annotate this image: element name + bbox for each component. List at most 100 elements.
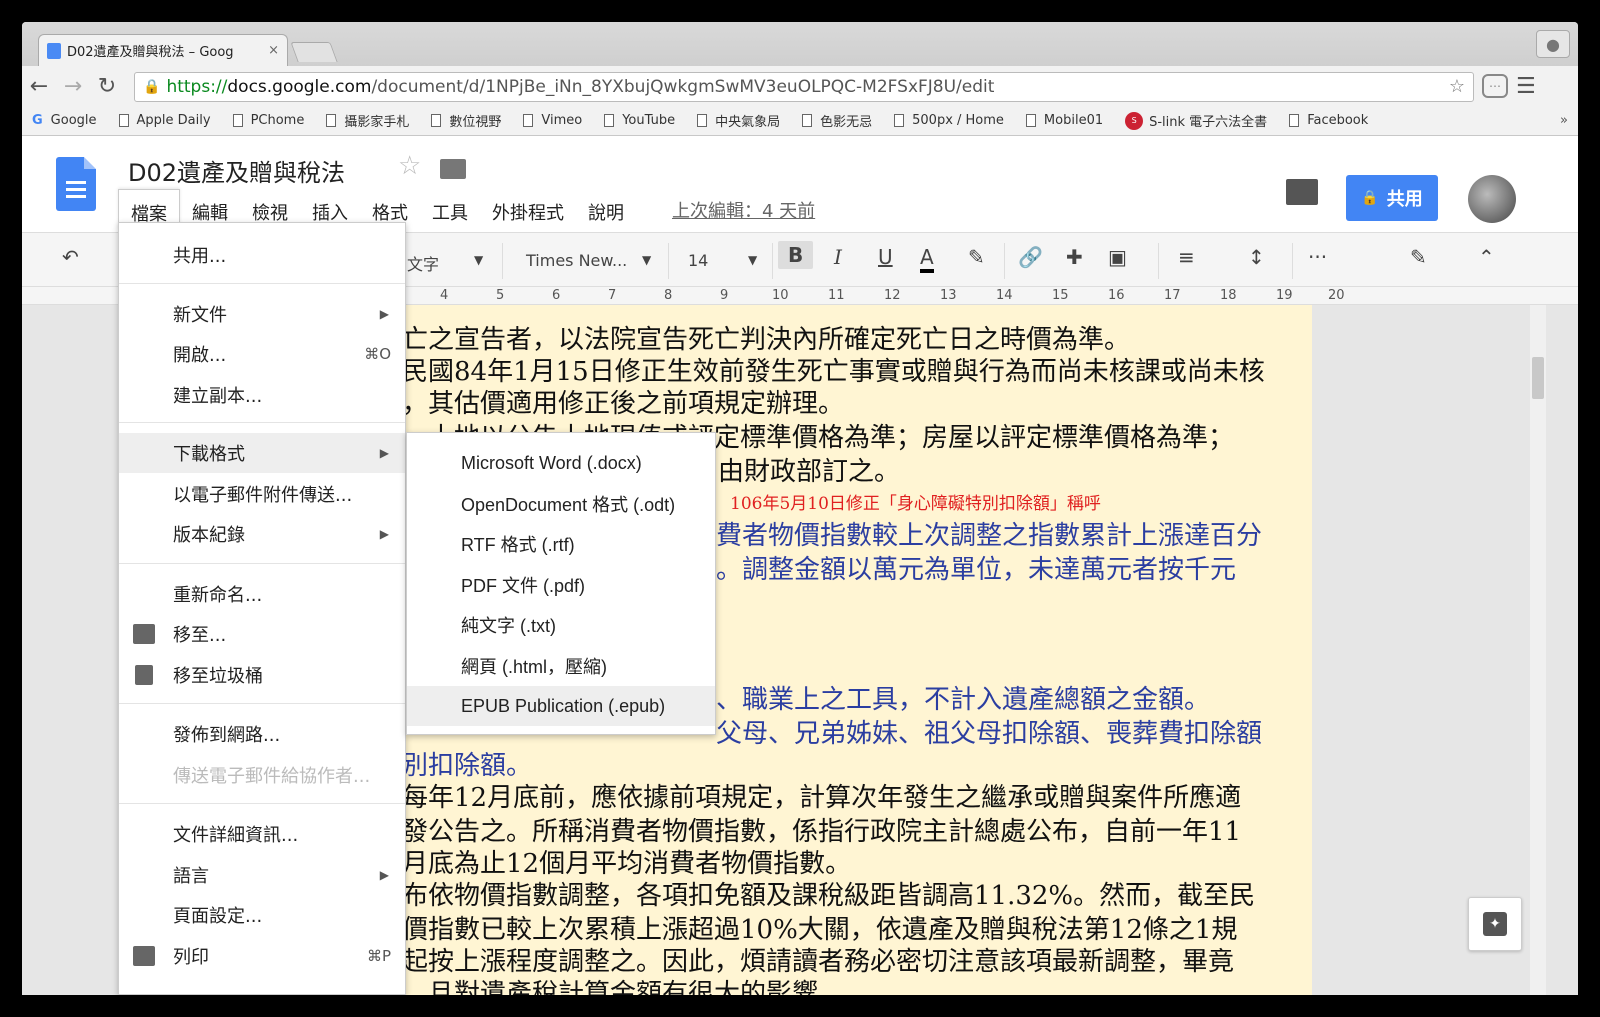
download-docx[interactable]: Microsoft Word (.docx) — [407, 443, 715, 483]
font-size-select[interactable]: 14 — [688, 251, 708, 270]
document-title[interactable]: D02遺產及贈與稅法 — [128, 153, 345, 188]
bookmark-digital-vision[interactable]: 數位視野 — [431, 111, 501, 130]
menu-help[interactable]: 說明 — [576, 189, 636, 229]
bold-button[interactable]: B — [778, 241, 814, 269]
reload-icon[interactable]: ↻ — [90, 74, 124, 99]
new-tab-button[interactable] — [290, 42, 338, 62]
doc-line: 布依物價指數調整，各項扣免額及課稅級距皆調高11.32%。然而，截至民 — [402, 881, 1256, 911]
menu-item-open[interactable]: 開啟... ⌘O — [119, 334, 405, 374]
comment-add-icon[interactable]: ✚ — [1066, 245, 1083, 269]
bookmark-slink[interactable]: S S-link 電子六法全書 — [1125, 111, 1267, 130]
underline-button[interactable]: U — [878, 245, 893, 269]
bookmark-star-icon[interactable]: ☆ — [1449, 76, 1465, 97]
menu-item-email-collaborators: 傳送電子郵件給協作者... — [119, 755, 405, 795]
bookmark-pchome[interactable]: PChome — [232, 113, 304, 128]
editing-mode-icon[interactable]: ✎ — [1410, 245, 1427, 269]
menu-item-details[interactable]: 文件詳細資訊... — [119, 814, 405, 854]
menu-item-email-attachment[interactable]: 以電子郵件附件傳送... — [119, 474, 405, 514]
bookmark-label: Vimeo — [541, 113, 583, 128]
bookmark-youtube[interactable]: YouTube — [604, 113, 675, 128]
bookmarks-more-icon[interactable]: » — [1560, 113, 1568, 128]
menu-item-share[interactable]: 共用... — [119, 235, 405, 275]
bookmark-weather[interactable]: 中央氣象局 — [697, 111, 780, 130]
explore-button[interactable]: ✦ — [1468, 897, 1522, 951]
back-icon[interactable]: ← — [22, 74, 56, 99]
ruler-tick: 7 — [608, 288, 617, 303]
bookmark-facebook[interactable]: Facebook — [1289, 113, 1368, 128]
download-epub[interactable]: EPUB Publication (.epub) — [407, 686, 715, 726]
collapse-icon[interactable]: ⌃ — [1478, 245, 1495, 269]
line-spacing-icon[interactable]: ↕ — [1248, 245, 1265, 269]
folder-icon[interactable] — [440, 159, 466, 179]
bookmark-mobile01[interactable]: Mobile01 — [1025, 113, 1104, 128]
more-button[interactable]: ··· — [1308, 245, 1327, 269]
tab-close-icon[interactable]: × — [268, 43, 279, 58]
chevron-down-icon[interactable]: ▼ — [748, 253, 757, 267]
chrome-menu-icon[interactable]: ☰ — [1516, 74, 1536, 99]
chevron-down-icon[interactable]: ▼ — [642, 253, 651, 267]
highlight-icon[interactable]: ✎ — [968, 245, 985, 269]
image-icon[interactable]: ▣ — [1108, 245, 1127, 269]
page-icon — [232, 114, 243, 127]
menu-item-make-copy[interactable]: 建立副本... — [119, 375, 405, 415]
star-icon[interactable]: ☆ — [398, 151, 421, 181]
text-color-button[interactable]: A — [920, 245, 934, 273]
bookmark-xitek[interactable]: 色影无忌 — [802, 111, 872, 130]
ruler-tick: 4 — [440, 288, 449, 303]
avatar[interactable] — [1468, 175, 1516, 223]
page-icon — [1289, 114, 1300, 127]
browser-tab[interactable]: D02遺產及贈與稅法 – Goog × — [38, 34, 288, 66]
page-icon — [894, 114, 905, 127]
forward-icon[interactable]: → — [56, 74, 90, 99]
italic-button[interactable]: I — [834, 245, 842, 269]
menu-item-label: 發佈到網路... — [173, 725, 281, 746]
bookmark-500px[interactable]: 500px / Home — [894, 113, 1004, 128]
menu-item-trash[interactable]: 移至垃圾桶 — [119, 655, 405, 695]
revision-note: 106年5月10日修正「身心障礙特別扣除額」稱呼 — [730, 494, 1101, 514]
menu-item-rename[interactable]: 重新命名... — [119, 574, 405, 614]
file-menu: 共用... 新文件 ▶ 開啟... ⌘O 建立副本... 下載格式 ▶ 以電子郵件附件… — [118, 222, 406, 995]
download-txt[interactable]: 純文字 (.txt) — [407, 605, 715, 645]
menu-item-move[interactable]: 移至... — [119, 614, 405, 654]
menu-tools[interactable]: 工具 — [420, 189, 480, 229]
menu-item-page-setup[interactable]: 頁面設定... — [119, 895, 405, 935]
share-button[interactable]: 🔒 共用 — [1346, 175, 1438, 221]
docs-logo-icon[interactable] — [56, 157, 96, 211]
bookmark-photographer[interactable]: 攝影家手札 — [326, 111, 409, 130]
scroll-thumb[interactable] — [1532, 357, 1544, 399]
undo-icon[interactable]: ↶ — [62, 245, 79, 269]
menu-item-new-doc[interactable]: 新文件 ▶ — [119, 294, 405, 334]
last-edit-link[interactable]: 上次編輯：4 天前 — [672, 197, 815, 223]
bookmark-vimeo[interactable]: Vimeo — [523, 113, 582, 128]
chevron-down-icon[interactable]: ▼ — [474, 253, 483, 267]
scrollbar[interactable] — [1530, 305, 1546, 995]
bookmark-apple-daily[interactable]: Apple Daily — [118, 113, 211, 128]
page-icon — [118, 114, 129, 127]
menu-item-language[interactable]: 語言 ▶ — [119, 855, 405, 895]
bookmark-label: Mobile01 — [1043, 113, 1104, 128]
link-icon[interactable]: 🔗 — [1018, 245, 1043, 269]
address-bar[interactable]: 🔒 https:// docs.google.com /document/d/1… — [134, 72, 1474, 102]
profile-icon[interactable]: ● — [1536, 30, 1570, 58]
extension-icon[interactable]: … — [1482, 74, 1508, 98]
align-icon[interactable]: ≡ — [1178, 245, 1195, 269]
doc-line: 、職業上之工具，不計入遺產總額之金額。 — [716, 685, 1211, 715]
style-select[interactable]: 文字 — [407, 251, 439, 275]
comments-icon[interactable] — [1286, 179, 1318, 205]
font-select[interactable]: Times New... — [526, 251, 627, 270]
bookmark-label: 500px / Home — [912, 113, 1004, 128]
menu-item-publish[interactable]: 發佈到網路... — [119, 714, 405, 754]
download-pdf[interactable]: PDF 文件 (.pdf) — [407, 565, 715, 605]
ruler-tick: 9 — [720, 288, 729, 303]
download-odt[interactable]: OpenDocument 格式 (.odt) — [407, 484, 715, 524]
bookmark-google[interactable]: G Google — [32, 113, 97, 128]
download-rtf[interactable]: RTF 格式 (.rtf) — [407, 524, 715, 564]
bookmark-label: 攝影家手札 — [344, 115, 410, 130]
menu-item-version-history[interactable]: 版本紀錄 ▶ — [119, 514, 405, 554]
menu-addons[interactable]: 外掛程式 — [480, 189, 576, 229]
download-html[interactable]: 網頁 (.html，壓縮) — [407, 646, 715, 686]
menu-item-download[interactable]: 下載格式 ▶ — [119, 433, 405, 473]
menu-item-print[interactable]: 列印 ⌘P — [119, 936, 405, 976]
ruler-tick: 19 — [1276, 288, 1293, 303]
submenu-arrow-icon: ▶ — [379, 307, 389, 321]
